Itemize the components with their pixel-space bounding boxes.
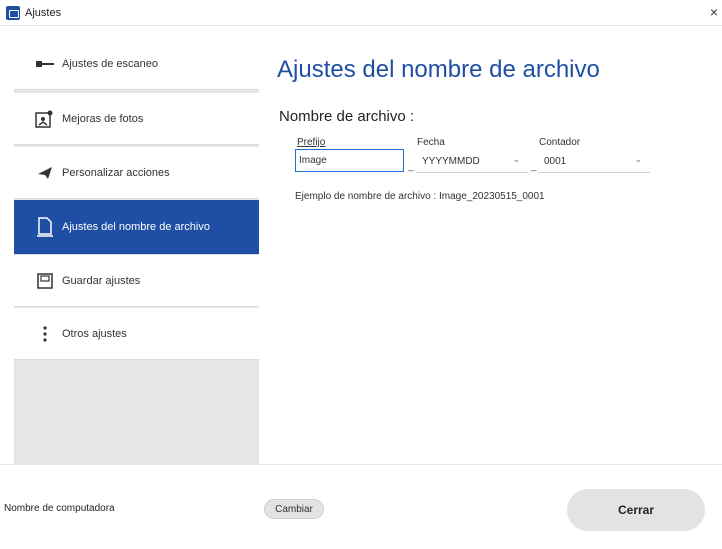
app-icon [6,6,20,20]
sidebar-item-scan-settings[interactable]: Ajustes de escaneo [14,38,259,90]
sidebar-item-photo-enhancements[interactable]: Mejoras de fotos [14,93,259,145]
footer-divider [0,464,722,465]
photo-enhance-icon [34,108,56,130]
file-name-example: Ejemplo de nombre de archivo : Image_202… [295,191,545,202]
title-bar: Ajustes × [0,0,722,26]
separator: _ [531,161,537,172]
sidebar-item-label: Ajustes de escaneo [62,57,159,70]
close-button[interactable]: Cerrar [567,489,705,531]
separator: _ [408,161,414,172]
scan-settings-icon [34,53,56,75]
settings-window: Ajustes × Ajustes de escaneo Mejoras de … [0,0,722,549]
page-title: Ajustes del nombre de archivo [277,56,600,83]
counter-select[interactable]: 0001 ⌄ [538,148,650,173]
date-format-select[interactable]: YYYYMMDD ⌄ [416,148,528,173]
sidebar-item-other-settings[interactable]: Otros ajustes [14,308,259,360]
main-panel: Ajustes del nombre de archivo Nombre de … [259,38,722,464]
change-button[interactable]: Cambiar [264,499,324,519]
customize-actions-icon [34,162,56,184]
sidebar: Ajustes de escaneo Mejoras de fotos Pers… [14,38,259,464]
counter-value: 0001 [544,156,567,167]
window-title: Ajustes [25,7,62,19]
close-icon[interactable]: × [710,5,718,19]
section-title: Nombre de archivo : [279,108,415,125]
save-settings-icon [34,270,56,292]
file-name-icon [34,216,56,238]
date-format-value: YYYYMMDD [422,156,480,167]
counter-label: Contador [539,137,581,148]
chevron-down-icon: ⌄ [512,154,520,164]
sidebar-item-label: Mejoras de fotos [62,112,144,125]
other-settings-icon [34,323,56,345]
sidebar-item-label: Guardar ajustes [62,274,141,287]
chevron-down-icon: ⌄ [634,154,642,164]
prefix-input[interactable] [295,149,404,172]
prefix-label: Prefijo [297,137,326,148]
sidebar-item-label: Personalizar acciones [62,166,170,179]
sidebar-item-file-name-settings[interactable]: Ajustes del nombre de archivo [14,200,259,255]
sidebar-item-save-settings[interactable]: Guardar ajustes [14,255,259,307]
sidebar-item-label: Otros ajustes [62,327,127,340]
sidebar-item-label: Ajustes del nombre de archivo [62,221,210,233]
date-label: Fecha [417,137,445,148]
sidebar-item-customize-actions[interactable]: Personalizar acciones [14,147,259,199]
computer-name-label: Nombre de computadora [4,503,115,514]
